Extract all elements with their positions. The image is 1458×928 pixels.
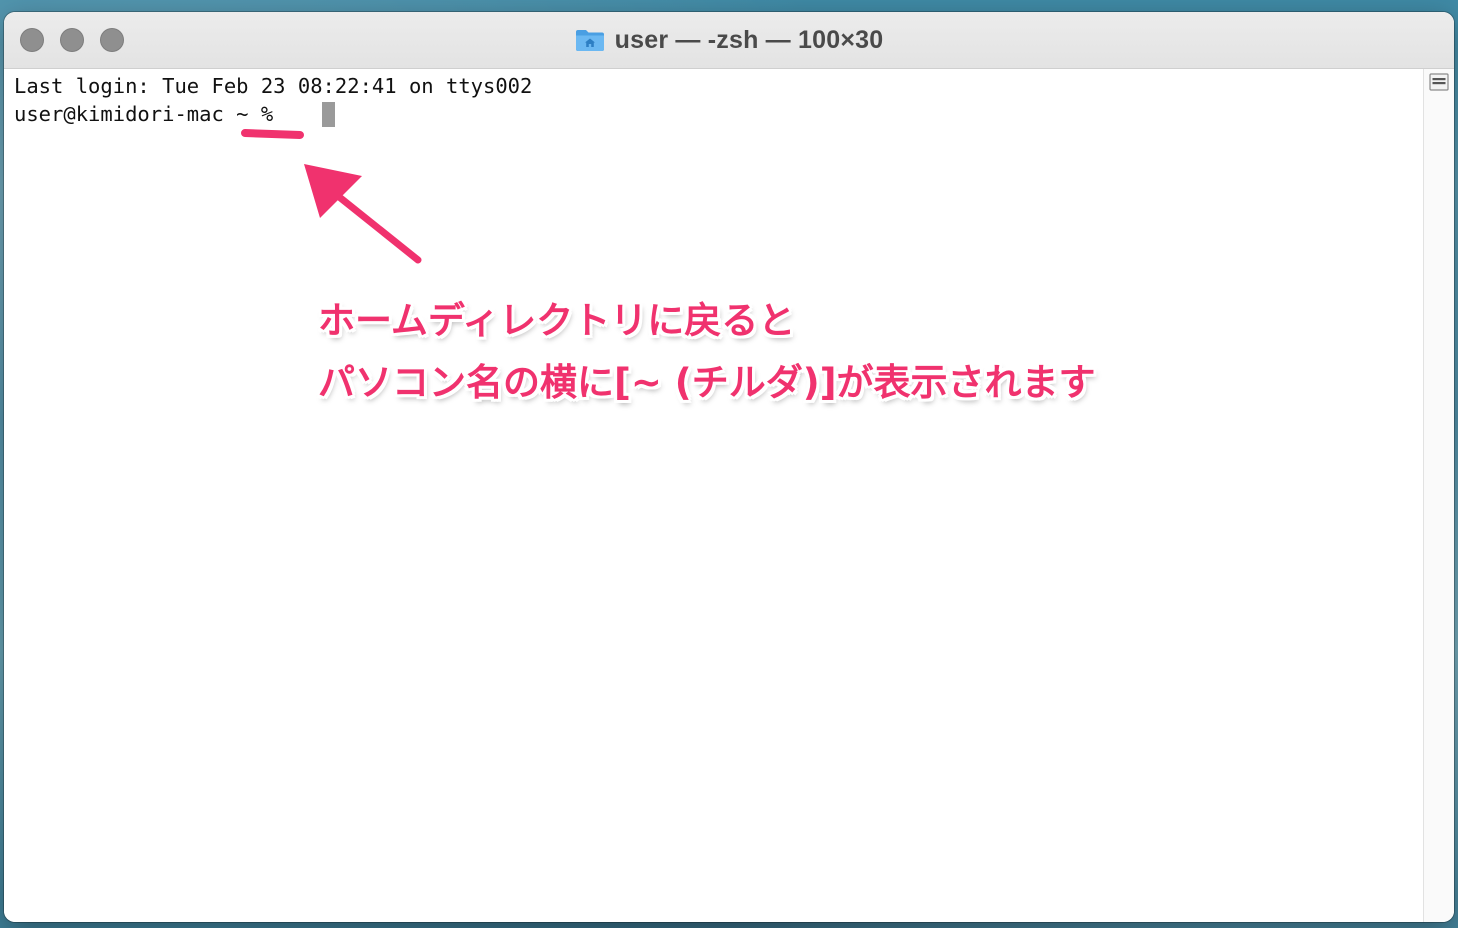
scrollbar[interactable]	[1423, 69, 1454, 922]
text-cursor	[322, 102, 335, 127]
last-login-line: Last login: Tue Feb 23 08:22:41 on ttys0…	[14, 74, 533, 98]
terminal-window: user — -zsh — 100×30 Last login: Tue Feb…	[4, 12, 1454, 922]
window-title-group: user — -zsh — 100×30	[4, 12, 1454, 68]
annotation-line-2: パソコン名の横に[~ (チルダ)]が表示されます	[318, 361, 1096, 404]
home-folder-icon	[575, 30, 604, 51]
shell-prompt: user@kimidori-mac ~ %	[14, 102, 286, 126]
window-titlebar[interactable]: user — -zsh — 100×30	[4, 12, 1454, 69]
terminal-content[interactable]: Last login: Tue Feb 23 08:22:41 on ttys0…	[4, 69, 1424, 922]
annotation-line-1: ホームディレクトリに戻ると	[318, 299, 796, 342]
split-view-icon[interactable]	[1429, 73, 1449, 91]
window-title: user — -zsh — 100×30	[614, 25, 884, 54]
